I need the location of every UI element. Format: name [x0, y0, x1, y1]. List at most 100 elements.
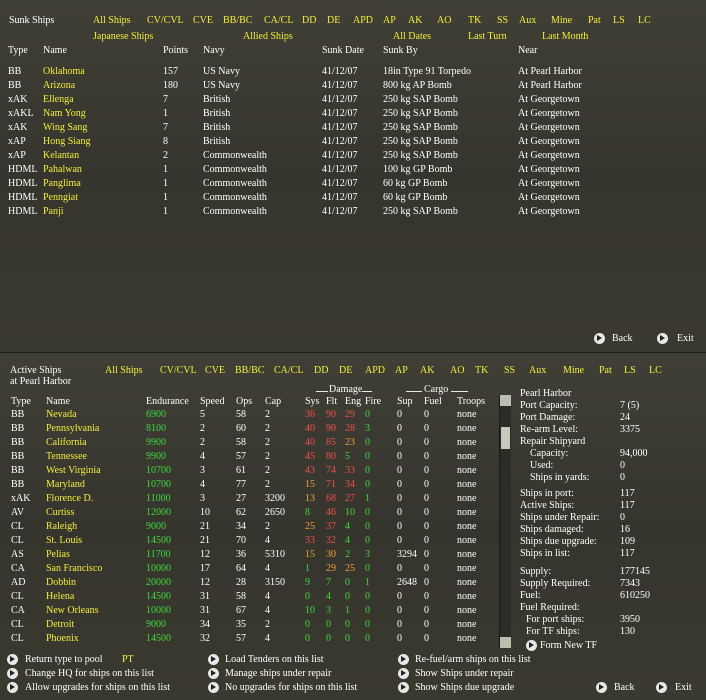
cell-name[interactable]: Pennsylvania: [46, 422, 99, 436]
column-header-sunk-by[interactable]: Sunk By: [383, 45, 418, 57]
scroll-down-button[interactable]: [500, 637, 511, 648]
table-row[interactable]: HDML Panglima 1 Commonwealth 41/12/07 60 kg G…: [0, 177, 620, 191]
table-row[interactable]: BB Maryland 10700 4 77 2 15 71 34 0 0 0 none: [0, 478, 495, 492]
column-header-type[interactable]: Type: [11, 396, 31, 408]
cell-name[interactable]: Tennessee: [46, 450, 87, 464]
column-header-troops[interactable]: Troops: [457, 396, 485, 408]
column-header-name[interactable]: Name: [46, 396, 70, 408]
filter-11[interactable]: TK: [475, 365, 488, 377]
table-row[interactable]: xAK Ellenga 7 British 41/12/07 250 kg SAP Bom…: [0, 93, 620, 107]
table-row[interactable]: CL Phoenix 14500 32 57 4 0 0 0 0 0 0 none: [0, 632, 495, 646]
filter-10[interactable]: AO: [450, 365, 464, 377]
filter-7[interactable]: APD: [353, 15, 373, 27]
column-header-cap[interactable]: Cap: [265, 396, 281, 408]
cell-name[interactable]: California: [46, 436, 87, 450]
filter-3[interactable]: BB/BC: [223, 15, 252, 27]
table-row[interactable]: CA San Francisco 10000 17 64 4 1 29 25 0 0 0 none: [0, 562, 495, 576]
table-row[interactable]: AD Dobbin 20000 12 28 3150 9 7 0 1 2648 0 none: [0, 576, 495, 590]
column-header-eng[interactable]: Eng: [345, 396, 361, 408]
filter-1[interactable]: CV/CVL: [147, 15, 184, 27]
table-row[interactable]: BB California 9900 2 58 2 40 85 23 0 0 0 none: [0, 436, 495, 450]
scroll-up-button[interactable]: [500, 395, 511, 406]
filter-0[interactable]: All Ships: [105, 365, 143, 377]
filter-option-1[interactable]: Allied Ships: [243, 31, 293, 43]
table-row[interactable]: BB Oklahoma 157 US Navy 41/12/07 18in Type 91…: [0, 65, 620, 79]
table-row[interactable]: xAK Florence D. 11000 3 27 3200 13 68 27 1 0 0 none: [0, 492, 495, 506]
cell-name[interactable]: San Francisco: [46, 562, 102, 576]
show-upgrade-button[interactable]: Show Ships due upgrade: [415, 682, 514, 694]
filter-9[interactable]: AK: [408, 15, 422, 27]
filter-3[interactable]: BB/BC: [235, 365, 264, 377]
filter-option-2[interactable]: All Dates: [393, 31, 431, 43]
filter-12[interactable]: SS: [497, 15, 508, 27]
show-upgrade-arrow-icon[interactable]: [398, 682, 409, 693]
table-row[interactable]: CA New Orleans 10000 31 67 4 10 3 1 0 0 0 none: [0, 604, 495, 618]
filter-14[interactable]: Mine: [551, 15, 572, 27]
filter-5[interactable]: DD: [314, 365, 328, 377]
exit-button[interactable]: Exit: [675, 682, 692, 694]
filter-option-0[interactable]: Japanese Ships: [93, 31, 153, 43]
column-header-ops[interactable]: Ops: [236, 396, 252, 408]
exit-arrow-icon[interactable]: [657, 333, 668, 344]
no-upgrades-button[interactable]: No upgrades for ships on this list: [225, 682, 357, 694]
exit-button[interactable]: Exit: [677, 333, 694, 345]
table-row[interactable]: BB Nevada 6900 5 58 2 36 90 29 0 0 0 none: [0, 408, 495, 422]
column-header-points[interactable]: Points: [163, 45, 188, 57]
table-row[interactable]: CL Raleigh 9000 21 34 2 25 37 4 0 0 0 none: [0, 520, 495, 534]
column-header-name[interactable]: Name: [43, 45, 67, 57]
filter-10[interactable]: AO: [437, 15, 451, 27]
cell-name[interactable]: Wing Sang: [43, 121, 87, 135]
column-header-sys[interactable]: Sys: [305, 396, 319, 408]
table-row[interactable]: CL St. Louis 14500 21 70 4 33 32 4 0 0 0 none: [0, 534, 495, 548]
back-button[interactable]: Back: [612, 333, 633, 345]
filter-16[interactable]: LS: [613, 15, 625, 27]
table-row[interactable]: xAKL Nam Yong 1 British 41/12/07 250 kg SAP B…: [0, 107, 620, 121]
filter-option-3[interactable]: Last Turn: [468, 31, 507, 43]
table-row[interactable]: CL Detroit 9000 34 35 2 0 0 0 0 0 0 none: [0, 618, 495, 632]
back-arrow-icon[interactable]: [594, 333, 605, 344]
allow-upgrades-arrow-icon[interactable]: [7, 682, 18, 693]
column-header-flt[interactable]: Flt: [326, 396, 337, 408]
table-row[interactable]: BB West Virginia 10700 3 61 2 43 74 33 0 0 0 none: [0, 464, 495, 478]
change-hq-arrow-icon[interactable]: [7, 668, 18, 679]
no-upgrades-arrow-icon[interactable]: [208, 682, 219, 693]
filter-2[interactable]: CVE: [205, 365, 225, 377]
refuel-button[interactable]: Re-fuel/arm ships on this list: [415, 654, 531, 666]
manage-repair-arrow-icon[interactable]: [208, 668, 219, 679]
cell-name[interactable]: Oklahoma: [43, 65, 85, 79]
filter-4[interactable]: CA/CL: [264, 15, 293, 27]
load-tenders-button[interactable]: Load Tenders on this list: [225, 654, 324, 666]
table-row[interactable]: CL Helena 14500 31 58 4 0 4 0 0 0 0 none: [0, 590, 495, 604]
table-row[interactable]: xAP Kelantan 2 Commonwealth 41/12/07 250 kg S…: [0, 149, 620, 163]
filter-1[interactable]: CV/CVL: [160, 365, 197, 377]
filter-8[interactable]: AP: [395, 365, 408, 377]
filter-6[interactable]: DE: [339, 365, 352, 377]
filter-14[interactable]: Mine: [563, 365, 584, 377]
cell-name[interactable]: Hong Siang: [43, 135, 91, 149]
filter-17[interactable]: LC: [638, 15, 651, 27]
table-scrollbar[interactable]: [499, 395, 511, 648]
table-row[interactable]: HDML Panji 1 Commonwealth 41/12/07 250 kg SAP…: [0, 205, 620, 219]
column-header-type[interactable]: Type: [8, 45, 28, 57]
column-header-sup[interactable]: Sup: [397, 396, 413, 408]
filter-16[interactable]: LS: [624, 365, 636, 377]
filter-15[interactable]: Pat: [599, 365, 612, 377]
table-row[interactable]: xAP Hong Siang 8 British 41/12/07 250 kg SAP …: [0, 135, 620, 149]
exit-arrow-icon[interactable]: [656, 682, 667, 693]
filter-4[interactable]: CA/CL: [274, 365, 303, 377]
filter-11[interactable]: TK: [468, 15, 481, 27]
cell-name[interactable]: Helena: [46, 590, 74, 604]
column-header-navy[interactable]: Navy: [203, 45, 225, 57]
table-row[interactable]: AS Pelias 11700 12 36 5310 15 30 2 3 3294 0 none: [0, 548, 495, 562]
filter-2[interactable]: CVE: [193, 15, 213, 27]
cell-name[interactable]: Ellenga: [43, 93, 74, 107]
cell-name[interactable]: New Orleans: [46, 604, 98, 618]
cell-name[interactable]: Kelantan: [43, 149, 79, 163]
filter-12[interactable]: SS: [504, 365, 515, 377]
cell-name[interactable]: Florence D.: [46, 492, 93, 506]
cell-name[interactable]: Arizona: [43, 79, 75, 93]
filter-8[interactable]: AP: [383, 15, 396, 27]
back-button[interactable]: Back: [614, 682, 635, 694]
cell-name[interactable]: Curtiss: [46, 506, 74, 520]
table-row[interactable]: BB Pennsylvania 8100 2 60 2 40 90 28 3 0 0 none: [0, 422, 495, 436]
